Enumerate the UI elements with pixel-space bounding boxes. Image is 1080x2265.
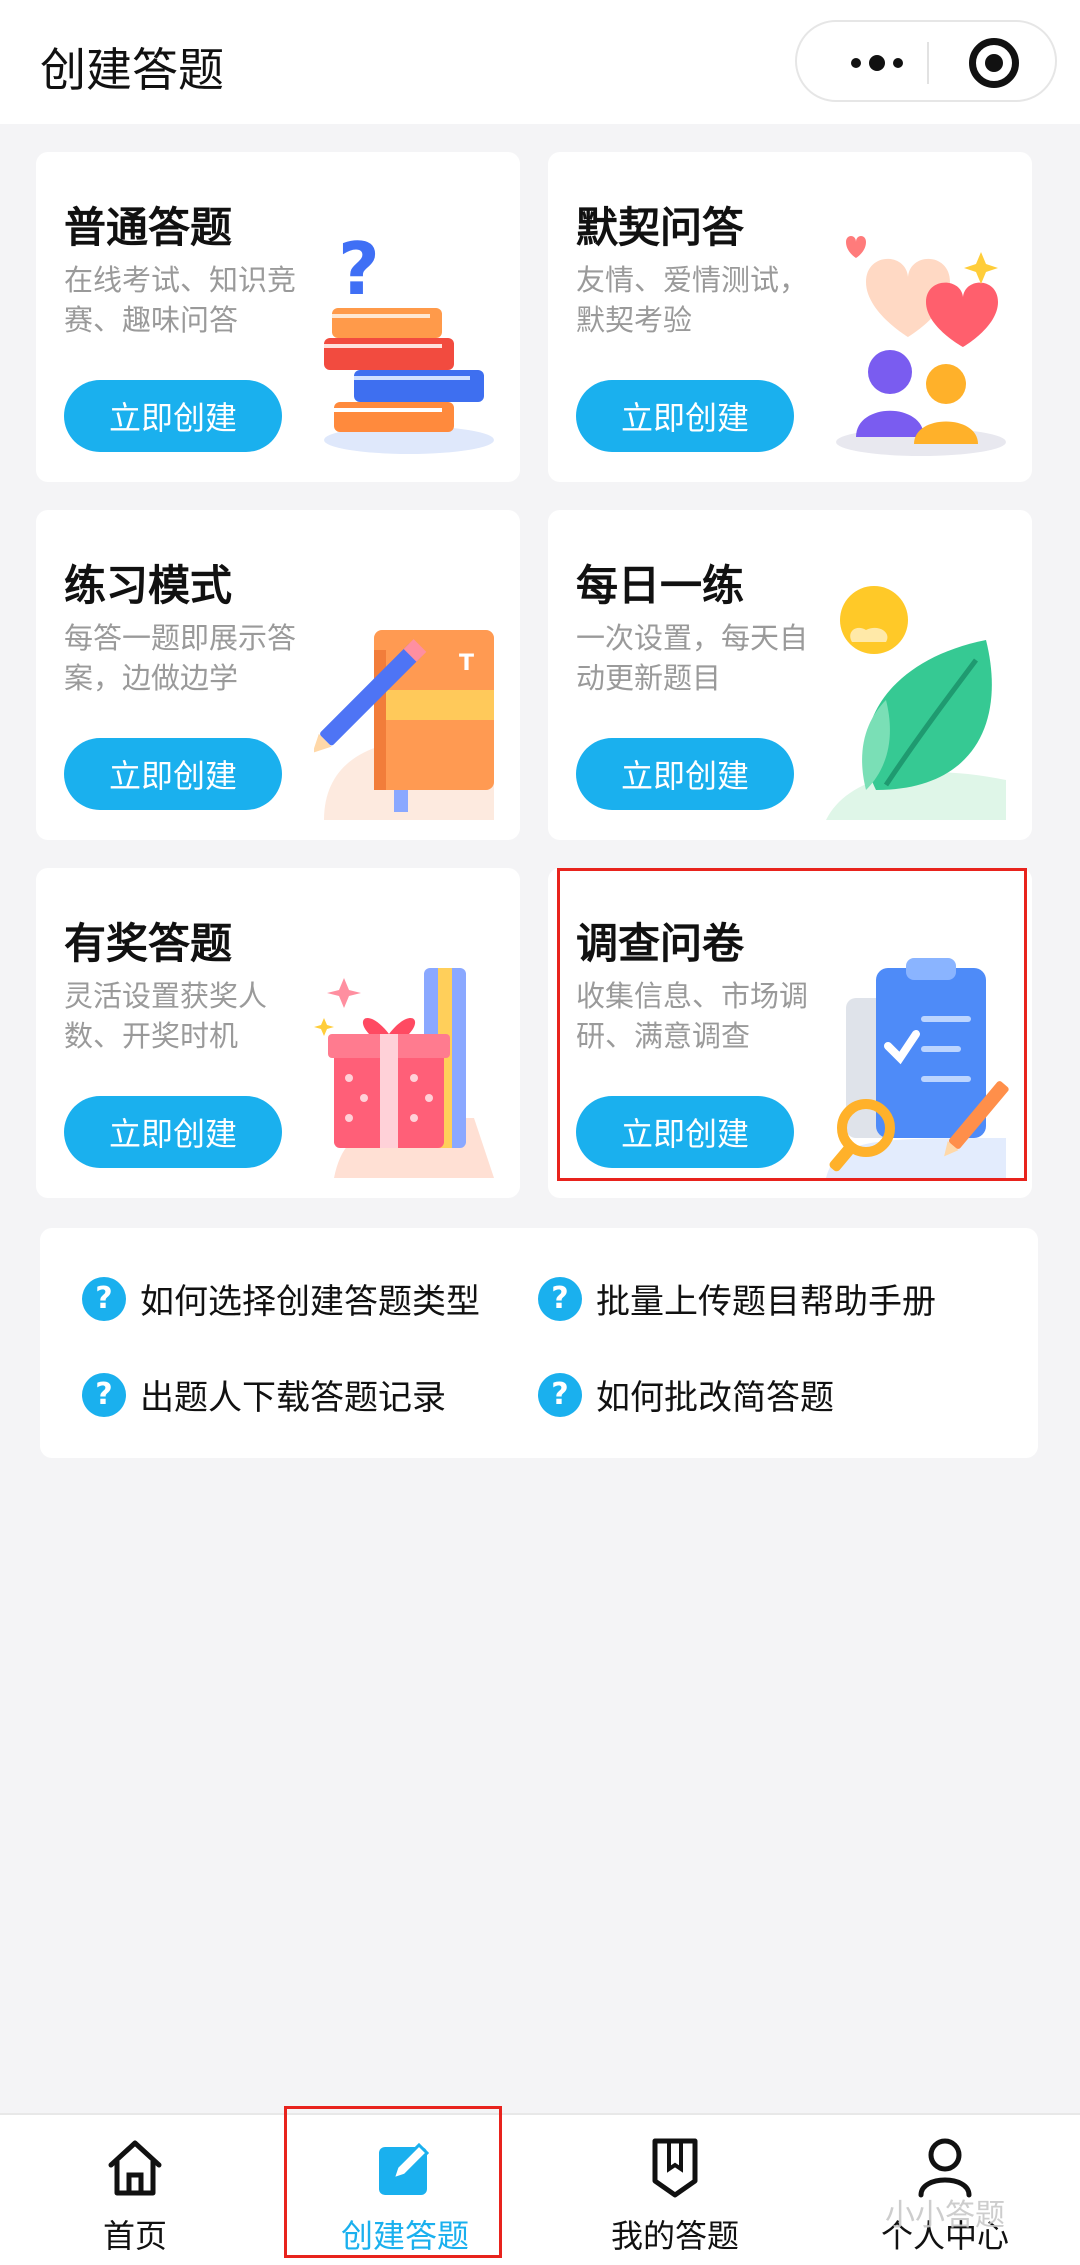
bookmark-icon	[652, 2138, 698, 2198]
page-title: 创建答题	[40, 43, 224, 97]
card-title: 默契问答	[576, 203, 745, 252]
tab-home[interactable]: 首页	[0, 2115, 270, 2265]
card-practice-mode[interactable]: 练习模式 每答一题即展示答案，边做边学 立即创建 T	[36, 510, 520, 840]
help-section: ? 如何选择创建答题类型 ? 批量上传题目帮助手册 ? 出题人下载答题记录 ? …	[40, 1228, 1038, 1458]
create-now-button[interactable]: 立即创建	[64, 1096, 282, 1168]
help-label: 批量上传题目帮助手册	[596, 1282, 936, 1322]
tab-label: 首页	[102, 2217, 167, 2255]
survey-highlight-box	[557, 868, 1027, 1181]
create-now-button[interactable]: 立即创建	[576, 380, 794, 452]
svg-text:?: ?	[338, 227, 380, 311]
card-daily-practice[interactable]: 每日一练 一次设置，每天自动更新题目 立即创建	[548, 510, 1032, 840]
home-icon	[108, 2140, 162, 2196]
help-label: 如何选择创建答题类型	[140, 1282, 480, 1322]
question-icon: ?	[82, 1276, 126, 1321]
tab-my-quizzes[interactable]: 我的答题	[540, 2115, 810, 2265]
card-desc: 每答一题即展示答案，边做边学	[64, 621, 297, 695]
gift-box-icon	[314, 968, 494, 1178]
card-desc: 友情、爱情测试，默契考验	[576, 263, 809, 337]
friends-hearts-icon	[836, 236, 1006, 456]
card-title: 普通答题	[64, 203, 233, 252]
card-desc: 一次设置，每天自动更新题目	[576, 621, 809, 695]
card-title: 有奖答题	[64, 919, 233, 968]
create-now-button[interactable]: 立即创建	[64, 380, 282, 452]
help-link-batch-upload[interactable]: ? 批量上传题目帮助手册	[538, 1274, 936, 1323]
card-desc: 灵活设置获奖人数、开奖时机	[64, 979, 268, 1053]
leaf-sun-icon	[826, 586, 1006, 820]
mini-program-capsule	[795, 20, 1057, 102]
question-icon: ?	[82, 1372, 126, 1417]
watermark: 小小答题	[885, 2198, 1005, 2233]
create-now-button[interactable]: 立即创建	[576, 738, 794, 810]
card-title: 每日一练	[576, 561, 745, 610]
books-question-icon: ?	[324, 227, 494, 454]
card-normal-quiz[interactable]: 普通答题 在线考试、知识竞赛、趣味问答 立即创建 ?	[36, 152, 520, 482]
capsule-divider	[927, 42, 929, 84]
tab-label: 我的答题	[610, 2217, 739, 2255]
more-icon[interactable]	[827, 22, 927, 104]
help-link-download-records[interactable]: ? 出题人下载答题记录	[82, 1370, 446, 1419]
svg-text:T: T	[459, 651, 474, 676]
close-target-icon[interactable]	[969, 38, 1019, 88]
card-prize-quiz[interactable]: 有奖答题 灵活设置获奖人数、开奖时机 立即创建	[36, 868, 520, 1198]
help-link-grade-short-answer[interactable]: ? 如何批改简答题	[538, 1370, 834, 1419]
question-icon: ?	[538, 1276, 582, 1321]
create-tab-highlight-box	[284, 2106, 502, 2258]
card-desc: 在线考试、知识竞赛、趣味问答	[64, 263, 297, 337]
help-link-choose-type[interactable]: ? 如何选择创建答题类型	[82, 1274, 480, 1323]
card-title: 练习模式	[64, 561, 233, 610]
top-bar: 创建答题	[0, 0, 1080, 124]
card-tacit-quiz[interactable]: 默契问答 友情、爱情测试，默契考验 立即创建	[548, 152, 1032, 482]
help-label: 如何批改简答题	[596, 1378, 834, 1418]
bottom-tab-bar: 首页 创建答题 我的答题 个人中心	[0, 2113, 1080, 2265]
help-label: 出题人下载答题记录	[140, 1378, 446, 1418]
notebook-pencil-icon: T	[314, 630, 494, 820]
question-icon: ?	[538, 1372, 582, 1417]
create-now-button[interactable]: 立即创建	[64, 738, 282, 810]
